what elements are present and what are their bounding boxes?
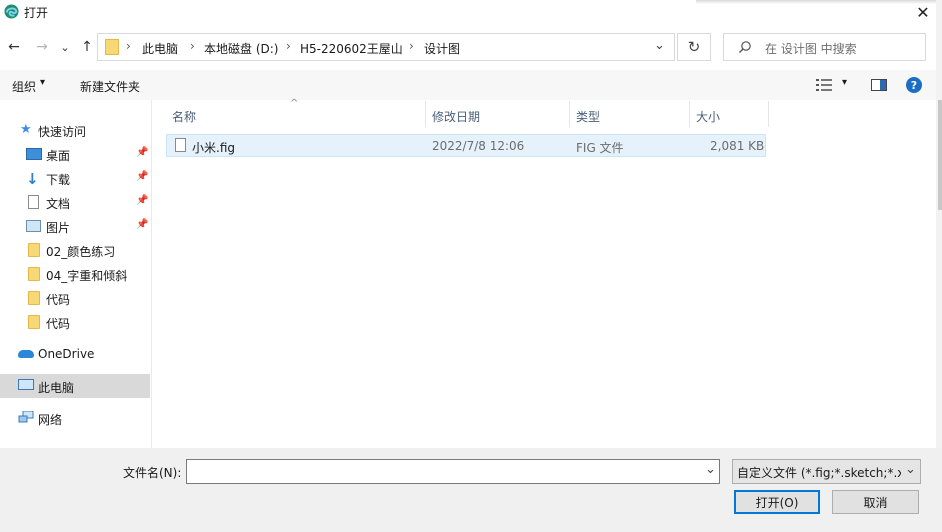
breadcrumb-this-pc[interactable]: 此电脑	[142, 40, 178, 57]
pin-icon: 📌	[136, 195, 149, 206]
column-header-modified[interactable]: 修改日期	[432, 108, 480, 125]
column-divider[interactable]	[768, 101, 769, 127]
file-type: FIG 文件	[576, 141, 624, 155]
sidebar-item-desktop[interactable]: 桌面 📌	[0, 142, 150, 166]
star-icon: ★	[20, 122, 32, 137]
folder-icon	[105, 39, 119, 55]
organize-button[interactable]: 组织	[12, 78, 36, 95]
filename-dropdown-button[interactable]: ⌄	[705, 462, 716, 477]
computer-icon	[18, 379, 34, 390]
preview-pane-icon[interactable]	[871, 79, 887, 94]
network-icon	[18, 410, 34, 424]
sidebar-item-this-pc[interactable]: 此电脑	[0, 374, 150, 398]
open-button[interactable]: 打开(O)	[734, 490, 820, 514]
pin-icon: 📌	[136, 171, 149, 182]
folder-icon	[28, 267, 40, 281]
breadcrumb-design-folder[interactable]: 设计图	[424, 40, 460, 57]
filename-input[interactable]: ⌄	[186, 459, 720, 484]
breadcrumb-separator: ›	[286, 39, 291, 53]
breadcrumb-separator: ›	[409, 39, 414, 53]
sidebar-item-folder[interactable]: 02_颜色练习	[0, 238, 150, 262]
back-button[interactable]: ←	[5, 38, 23, 56]
breadcrumb-separator: ›	[126, 39, 131, 53]
pin-icon: 📌	[136, 147, 149, 158]
breadcrumb-project-folder[interactable]: H5-220602王屋山	[300, 40, 403, 57]
file-type-dropdown-button[interactable]: ⌄	[905, 462, 916, 477]
help-icon[interactable]: ?	[906, 77, 922, 93]
picture-icon	[26, 220, 41, 232]
refresh-button[interactable]: ↻	[677, 33, 711, 61]
edge-browser-icon	[4, 4, 19, 19]
folder-icon	[28, 315, 40, 329]
forward-button[interactable]: →	[33, 38, 51, 56]
view-dropdown-arrow[interactable]: ▾	[842, 77, 847, 88]
cloud-icon	[18, 350, 34, 358]
folder-icon	[28, 291, 40, 305]
breadcrumb-local-disk[interactable]: 本地磁盘 (D:)	[204, 40, 278, 57]
file-type-value: 自定义文件 (*.fig;*.sketch;*.xd	[737, 466, 901, 480]
column-header-type[interactable]: 类型	[576, 108, 600, 125]
search-placeholder: 在 设计图 中搜索	[765, 42, 857, 56]
command-toolbar	[0, 70, 942, 100]
organize-dropdown-arrow[interactable]: ▾	[40, 77, 45, 88]
scrollbar-thumb[interactable]	[938, 100, 942, 210]
search-input[interactable]: 在 设计图 中搜索	[723, 33, 926, 61]
file-icon	[175, 138, 186, 152]
new-folder-button[interactable]: 新建文件夹	[80, 78, 140, 95]
sidebar-item-label: 网络	[38, 413, 63, 427]
folder-icon	[28, 243, 40, 257]
download-icon: ↓	[26, 170, 39, 188]
sidebar-item-label: 图片	[46, 221, 71, 235]
view-options-icon[interactable]	[816, 79, 832, 94]
column-header-size[interactable]: 大小	[696, 108, 720, 125]
sidebar-item-label: 桌面	[46, 149, 71, 163]
up-button[interactable]: ↑	[78, 38, 96, 56]
sidebar-item-network[interactable]: 网络	[0, 406, 150, 430]
recent-locations-button[interactable]: ⌄	[58, 38, 72, 56]
column-divider[interactable]	[569, 101, 570, 127]
sidebar-item-documents[interactable]: 文档 📌	[0, 190, 150, 214]
sidebar-item-label: 代码	[46, 293, 71, 307]
search-icon	[738, 40, 752, 57]
sidebar-item-folder[interactable]: 代码	[0, 286, 150, 310]
sort-indicator-icon: ^	[290, 98, 299, 109]
document-icon	[28, 195, 39, 209]
file-name: 小米.fig	[192, 141, 235, 155]
sidebar-item-label: 02_颜色练习	[46, 245, 116, 259]
sidebar-item-label: 代码	[46, 317, 71, 331]
file-type-select[interactable]: 自定义文件 (*.fig;*.sketch;*.xd ⌄	[732, 459, 921, 484]
sidebar-item-folder[interactable]: 04_字重和倾斜	[0, 262, 150, 286]
sidebar-item-label: 此电脑	[38, 381, 75, 395]
breadcrumb-separator: ›	[190, 39, 195, 53]
address-dropdown-button[interactable]: ⌄	[654, 38, 665, 53]
column-divider[interactable]	[689, 101, 690, 127]
sidebar-item-label: 快速访问	[38, 125, 87, 139]
file-modified: 2022/7/8 12:06	[432, 139, 525, 153]
address-bar[interactable]: › 此电脑 › 本地磁盘 (D:) › H5-220602王屋山 › 设计图 ⌄	[97, 33, 675, 61]
window-title: 打开	[24, 6, 49, 20]
sidebar-item-onedrive[interactable]: OneDrive	[0, 342, 150, 366]
filename-label: 文件名(N):	[123, 466, 182, 480]
sidebar-item-downloads[interactable]: ↓ 下载 📌	[0, 166, 150, 190]
file-size: 2,081 KB	[710, 139, 765, 153]
sidebar-item-label: 04_字重和倾斜	[46, 269, 128, 283]
pin-icon: 📌	[136, 219, 149, 230]
file-row[interactable]: 小米.fig 2022/7/8 12:06 FIG 文件 2,081 KB	[166, 134, 766, 157]
sidebar-item-pictures[interactable]: 图片 📌	[0, 214, 150, 238]
sidebar-item-folder[interactable]: 代码	[0, 310, 150, 334]
column-divider[interactable]	[425, 101, 426, 127]
sidebar-item-label: 下载	[46, 173, 71, 187]
column-header-name[interactable]: 名称	[172, 108, 196, 125]
desktop-icon	[26, 148, 42, 160]
cancel-button[interactable]: 取消	[832, 490, 919, 514]
sidebar-item-quick-access[interactable]: ★ 快速访问	[0, 118, 150, 142]
sidebar-item-label: OneDrive	[38, 347, 95, 361]
sidebar-item-label: 文档	[46, 197, 71, 211]
